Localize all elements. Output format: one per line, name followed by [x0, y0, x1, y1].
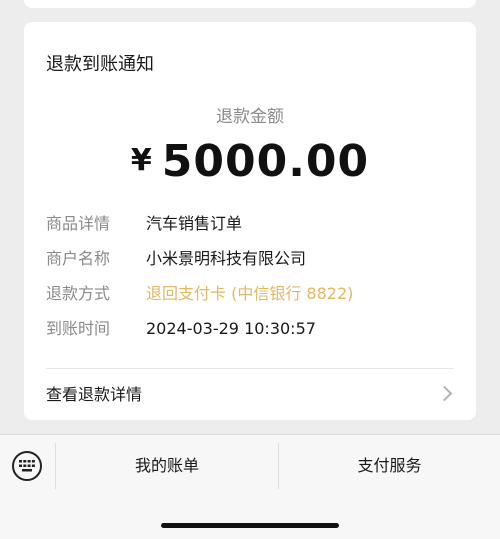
detail-value: 汽车销售订单: [146, 214, 243, 233]
card-title: 退款到账通知: [46, 54, 154, 75]
keyboard-icon: [19, 460, 35, 472]
detail-row-merchant: 商户名称 小米景明科技有限公司: [46, 247, 306, 271]
home-indicator[interactable]: [161, 523, 339, 528]
detail-value: 退回支付卡 (中信银行 8822): [146, 284, 354, 303]
detail-row-arrival-time: 到账时间 2024-03-29 10:30:57: [46, 317, 316, 341]
detail-value: 小米景明科技有限公司: [146, 249, 307, 268]
view-refund-details-link[interactable]: 查看退款详情: [46, 380, 454, 410]
menu-my-bills[interactable]: 我的账单: [56, 449, 278, 483]
previous-message-card: [24, 0, 476, 8]
detail-key: 商品详情: [46, 214, 111, 233]
refund-amount: ¥5000.00: [24, 136, 476, 187]
detail-key: 退款方式: [46, 284, 111, 303]
detail-key: 商户名称: [46, 249, 111, 268]
detail-value: 2024-03-29 10:30:57: [146, 319, 316, 338]
menu-payment-services[interactable]: 支付服务: [279, 449, 500, 483]
refund-amount-label: 退款金额: [216, 107, 284, 127]
divider: [46, 368, 454, 369]
currency-symbol: ¥: [130, 143, 152, 178]
keyboard-toggle-button[interactable]: [12, 451, 42, 481]
amount-value: 5000.00: [161, 136, 370, 187]
view-refund-details-label: 查看退款详情: [46, 385, 143, 404]
chevron-right-icon: [436, 385, 453, 402]
refund-notification-card[interactable]: 退款到账通知 退款金额 ¥5000.00 商品详情 汽车销售订单 商户名称 小米景明…: [24, 22, 476, 420]
detail-row-product: 商品详情 汽车销售订单: [46, 212, 242, 236]
detail-row-refund-method: 退款方式 退回支付卡 (中信银行 8822): [46, 282, 353, 306]
detail-key: 到账时间: [46, 319, 111, 338]
